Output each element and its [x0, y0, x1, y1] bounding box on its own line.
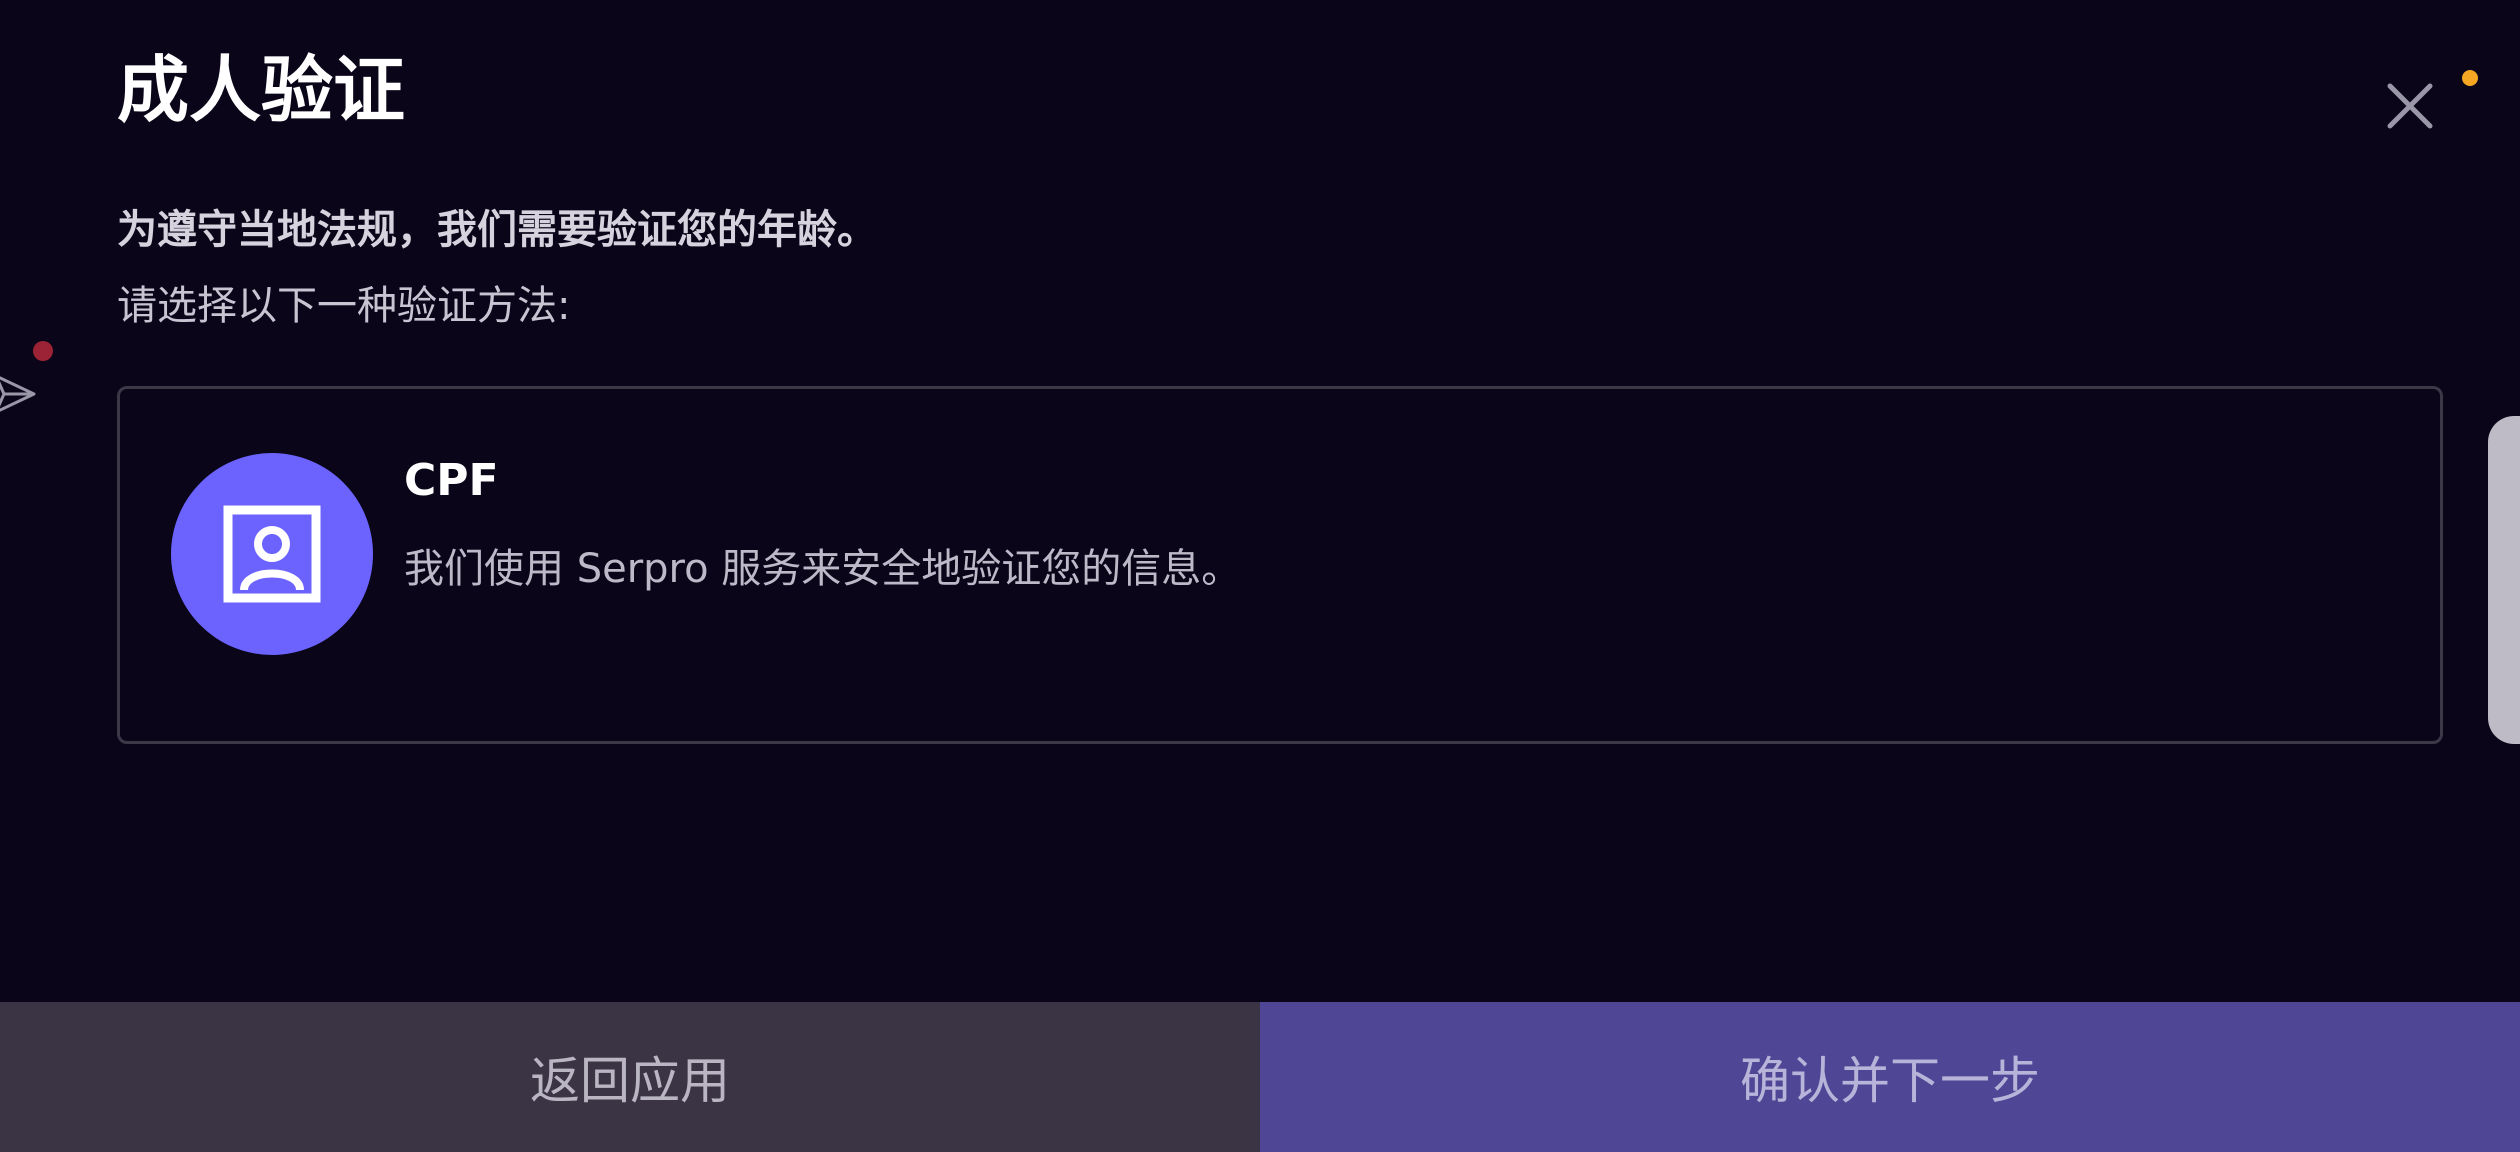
id-card-icon [171, 453, 373, 655]
method-instruction: 请选择以下一种验证方法: [117, 283, 571, 329]
send-icon[interactable] [0, 366, 38, 422]
close-icon [2387, 83, 2433, 129]
verification-reason: 为遵守当地法规，我们需要验证您的年龄。 [117, 207, 877, 253]
page-title: 成人验证 [117, 48, 406, 132]
confirm-next-button[interactable]: 确认并下一步 [1260, 1002, 2520, 1152]
notification-dot [2462, 70, 2478, 86]
method-description: 我们使用 Serpro 服务来安全地验证您的信息。 [404, 546, 1242, 592]
verification-method-cpf[interactable]: CPF 我们使用 Serpro 服务来安全地验证您的信息。 [117, 386, 2443, 744]
close-button[interactable] [2380, 76, 2440, 136]
side-notification-dot [33, 341, 53, 361]
age-verification-screen: 成人验证 为遵守当地法规，我们需要验证您的年龄。 请选择以下一种验证方法: CP… [0, 0, 2520, 1152]
side-panel-handle[interactable] [2488, 416, 2520, 744]
back-to-app-button[interactable]: 返回应用 [0, 1002, 1260, 1152]
method-title: CPF [404, 455, 499, 506]
